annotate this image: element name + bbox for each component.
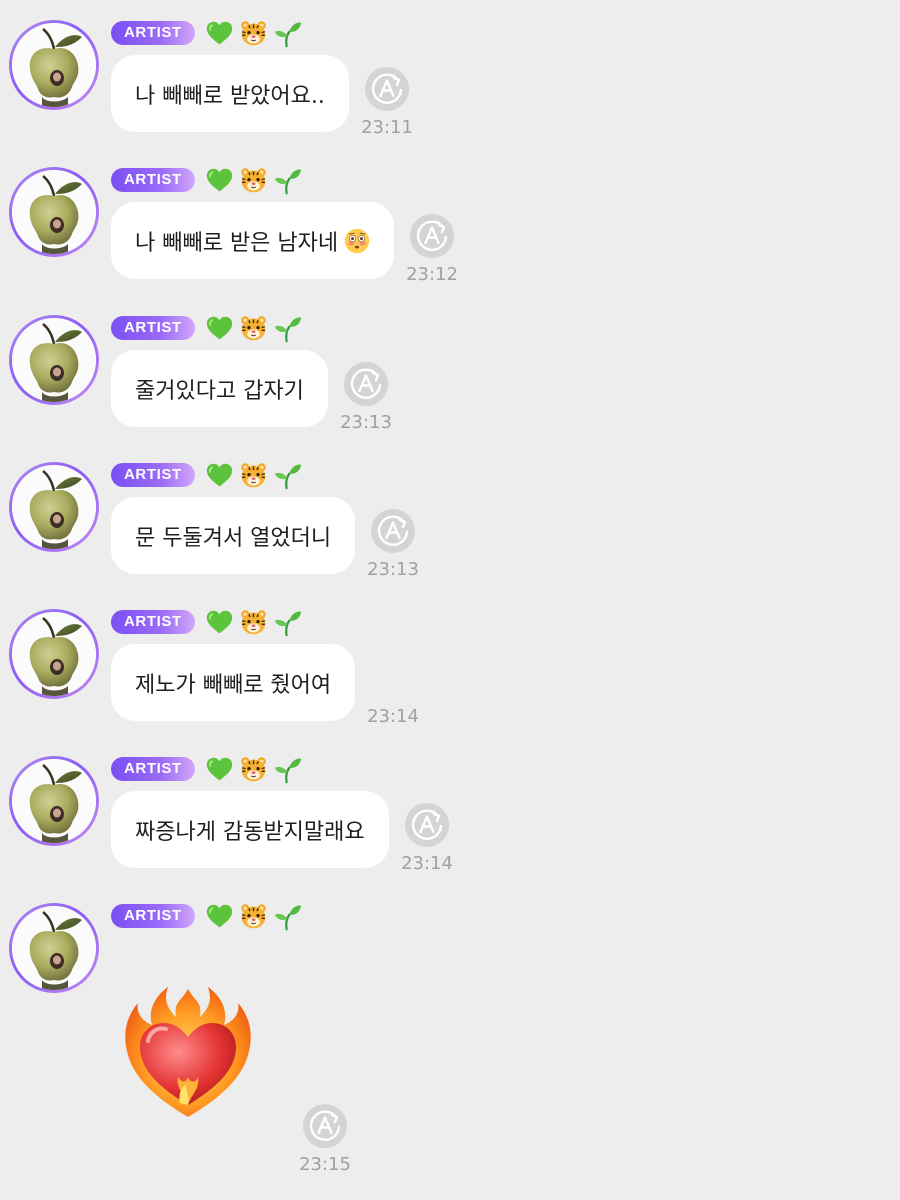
badge-emojis	[205, 902, 302, 931]
seedling-icon	[273, 461, 302, 490]
sender-meta: ARTIST	[111, 462, 302, 488]
artist-avatar[interactable]	[9, 609, 99, 699]
message-text: 제노가 빼빼로 줬어여	[135, 672, 332, 698]
artist-badge: ARTIST	[111, 316, 195, 340]
artist-badge: ARTIST	[111, 463, 195, 487]
message-group: ARTIST 짜증나게 감동받지말래요 23:14	[0, 756, 900, 876]
green-heart-icon	[205, 314, 234, 343]
seedling-icon	[273, 608, 302, 637]
message-side-info: 23:13	[336, 361, 396, 433]
apple-avatar-image	[12, 465, 96, 549]
artist-avatar[interactable]	[9, 903, 99, 993]
message-group: ARTIST 문 두둘겨서 열었더니 23:13	[0, 462, 900, 582]
message-side-info: 23:13	[363, 508, 423, 580]
message-side-info: 23:14	[363, 655, 423, 727]
message-side-info: 23:15	[295, 1103, 355, 1175]
tiger-face-icon	[239, 608, 268, 637]
badge-emojis	[205, 19, 302, 48]
sender-meta: ARTIST	[111, 903, 302, 929]
green-heart-icon	[205, 166, 234, 195]
translate-icon[interactable]	[370, 508, 416, 554]
message-time: 23:14	[367, 706, 419, 727]
translate-icon[interactable]	[302, 1103, 348, 1149]
message-group: ARTIST 제노가 빼빼로 줬어여 23:14	[0, 609, 900, 729]
message-side-info: 23:12	[402, 213, 462, 285]
message-group: ARTIST 나 빼빼로 받았어요.. 23:11	[0, 20, 900, 140]
sender-meta: ARTIST	[111, 315, 302, 341]
message-time: 23:12	[406, 264, 458, 285]
message-time: 23:13	[367, 559, 419, 580]
message-time: 23:13	[340, 412, 392, 433]
message-text: 문 두둘겨서 열었더니	[135, 525, 332, 551]
tiger-face-icon	[239, 461, 268, 490]
tiger-face-icon	[239, 19, 268, 48]
artist-badge: ARTIST	[111, 904, 195, 928]
translate-icon[interactable]	[343, 361, 389, 407]
heart-on-fire-sticker	[118, 981, 258, 1125]
badge-emojis	[205, 755, 302, 784]
seedling-icon	[273, 902, 302, 931]
message-text: 줄거있다고 갑자기	[135, 378, 304, 404]
sender-meta: ARTIST	[111, 609, 302, 635]
message-time: 23:11	[361, 117, 413, 138]
green-heart-icon	[205, 902, 234, 931]
message-group: ARTIST 줄거있다고 갑자기 23:13	[0, 315, 900, 435]
sender-meta: ARTIST	[111, 20, 302, 46]
green-heart-icon	[205, 755, 234, 784]
apple-avatar-image	[12, 612, 96, 696]
artist-avatar[interactable]	[9, 315, 99, 405]
green-heart-icon	[205, 19, 234, 48]
message-text: 나 빼빼로 받았어요..	[135, 83, 325, 109]
sender-meta: ARTIST	[111, 167, 302, 193]
translate-icon[interactable]	[364, 66, 410, 112]
message-group: ARTIST 23:15	[0, 903, 900, 1175]
message-bubble[interactable]: 나 빼빼로 받았어요..	[111, 55, 349, 132]
message-text: 짜증나게 감동받지말래요	[135, 819, 365, 845]
artist-avatar[interactable]	[9, 756, 99, 846]
message-bubble[interactable]: 문 두둘겨서 열었더니	[111, 497, 356, 574]
message-time: 23:14	[401, 853, 453, 874]
artist-avatar[interactable]	[9, 167, 99, 257]
artist-avatar[interactable]	[9, 462, 99, 552]
seedling-icon	[273, 314, 302, 343]
message-side-info: 23:11	[357, 66, 417, 138]
artist-badge: ARTIST	[111, 757, 195, 781]
badge-emojis	[205, 166, 302, 195]
badge-emojis	[205, 314, 302, 343]
heart-on-fire-icon	[118, 981, 258, 1121]
artist-badge: ARTIST	[111, 168, 195, 192]
apple-avatar-image	[12, 23, 96, 107]
sender-meta: ARTIST	[111, 756, 302, 782]
seedling-icon	[273, 755, 302, 784]
message-bubble[interactable]: 나 빼빼로 받은 남자네	[111, 202, 395, 279]
seedling-icon	[273, 166, 302, 195]
chat-area: ARTIST 나 빼빼로 받았어요.. 23:11 ARTIST 나 빼빼로 받은 남자…	[0, 0, 900, 1200]
flushed-face-icon	[344, 228, 370, 254]
tiger-face-icon	[239, 755, 268, 784]
apple-avatar-image	[12, 906, 96, 990]
tiger-face-icon	[239, 902, 268, 931]
message-group: ARTIST 나 빼빼로 받은 남자네 23:12	[0, 167, 900, 287]
translate-icon[interactable]	[409, 213, 455, 259]
apple-avatar-image	[12, 759, 96, 843]
artist-badge: ARTIST	[111, 610, 195, 634]
artist-badge: ARTIST	[111, 21, 195, 45]
badge-emojis	[205, 461, 302, 490]
message-bubble[interactable]: 제노가 빼빼로 줬어여	[111, 644, 356, 721]
tiger-face-icon	[239, 166, 268, 195]
green-heart-icon	[205, 608, 234, 637]
badge-emojis	[205, 608, 302, 637]
apple-avatar-image	[12, 170, 96, 254]
translate-icon[interactable]	[404, 802, 450, 848]
green-heart-icon	[205, 461, 234, 490]
message-text: 나 빼빼로 받은 남자네	[135, 230, 339, 256]
apple-avatar-image	[12, 318, 96, 402]
seedling-icon	[273, 19, 302, 48]
tiger-face-icon	[239, 314, 268, 343]
message-bubble[interactable]: 짜증나게 감동받지말래요	[111, 791, 389, 868]
message-side-info: 23:14	[397, 802, 457, 874]
artist-avatar[interactable]	[9, 20, 99, 110]
message-time: 23:15	[299, 1154, 351, 1175]
message-bubble[interactable]: 줄거있다고 갑자기	[111, 350, 328, 427]
